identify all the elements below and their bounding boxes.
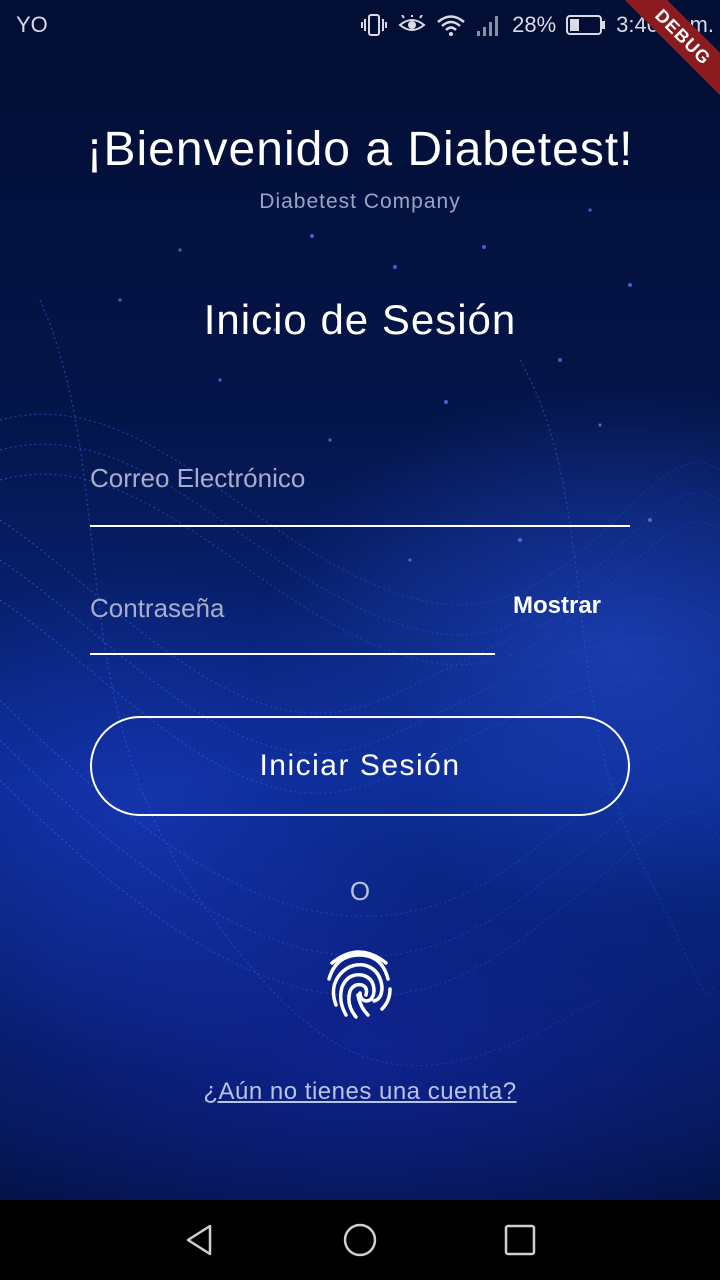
or-separator: O	[349, 876, 371, 906]
password-field[interactable]: Contraseña	[90, 585, 495, 655]
recents-icon[interactable]	[500, 1220, 540, 1260]
email-placeholder: Correo Electrónico	[90, 463, 306, 493]
battery-percent: 28%	[512, 12, 557, 37]
status-bar: YO 28% 3:40 m.	[0, 0, 720, 50]
app-screen: YO 28% 3:40 m. DEBUG ¡Bienvenido a Diabe…	[0, 0, 720, 1200]
login-button[interactable]: Iniciar Sesión	[90, 716, 630, 816]
battery-icon	[566, 15, 606, 35]
password-placeholder: Contraseña	[90, 593, 225, 623]
company-subtitle: Diabetest Company	[259, 190, 461, 213]
fingerprint-icon[interactable]	[324, 945, 394, 1021]
welcome-title: ¡Bienvenido a Diabetest!	[86, 123, 634, 176]
wifi-icon	[437, 15, 465, 36]
home-icon[interactable]	[340, 1220, 380, 1260]
back-icon[interactable]	[180, 1220, 220, 1260]
carrier-label: YO	[16, 12, 48, 37]
signal-icon	[477, 16, 499, 36]
signup-link[interactable]: ¿Aún no tienes una cuenta?	[0, 1078, 720, 1106]
show-password-button[interactable]: Mostrar	[513, 592, 601, 620]
navigation-bar	[0, 1200, 720, 1280]
login-button-label: Iniciar Sesión	[259, 749, 461, 782]
eye-comfort-icon	[398, 15, 426, 31]
email-field[interactable]: Correo Electrónico	[90, 455, 630, 527]
login-heading: Inicio de Sesión	[203, 296, 517, 343]
vibrate-icon	[361, 14, 388, 36]
